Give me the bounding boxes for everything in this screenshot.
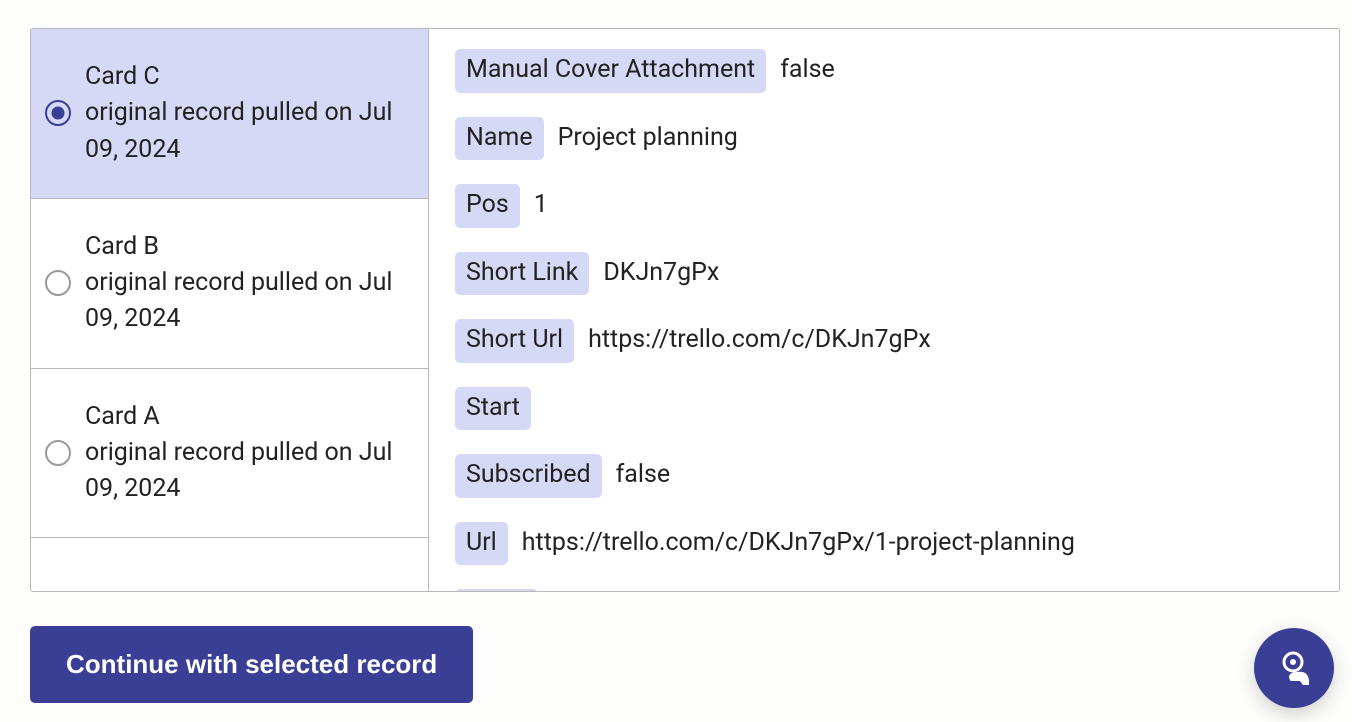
continue-button[interactable]: Continue with selected record [30, 626, 473, 703]
field-url: Url https://trello.com/c/DKJn7gPx/1-proj… [455, 522, 1313, 566]
radio-selected-icon [45, 100, 71, 126]
field-value: false [616, 459, 671, 492]
field-label: Start [455, 387, 531, 431]
help-chat-button[interactable] [1254, 628, 1334, 708]
field-subscribed: Subscribed false [455, 454, 1313, 498]
field-value: DKJn7gPx [603, 257, 719, 290]
field-start: Start [455, 387, 1313, 431]
field-short-url: Short Url https://trello.com/c/DKJn7gPx [455, 319, 1313, 363]
field-label: Name [455, 117, 544, 161]
field-label: Subscribed [455, 454, 602, 498]
record-title: Card B [85, 232, 159, 261]
radio-unselected-icon [45, 440, 71, 466]
record-subtitle: original record pulled on Jul 09, 2024 [85, 438, 392, 503]
field-pos: Pos 1 [455, 184, 1313, 228]
field-value: Project planning [558, 122, 738, 155]
field-value: https://trello.com/c/DKJn7gPx/1-project-… [522, 527, 1075, 560]
field-label: Manual Cover Attachment [455, 49, 766, 93]
field-name: Name Project planning [455, 117, 1313, 161]
help-chat-icon [1273, 647, 1315, 689]
record-title: Card A [85, 402, 160, 431]
field-manual-cover-attachment: Manual Cover Attachment false [455, 49, 1313, 93]
record-item-card-a[interactable]: Card A original record pulled on Jul 09,… [31, 369, 428, 539]
radio-unselected-icon [45, 270, 71, 296]
record-subtitle: original record pulled on Jul 09, 2024 [85, 98, 392, 163]
field-label: cover [455, 589, 538, 591]
record-item-card-b[interactable]: Card B original record pulled on Jul 09,… [31, 199, 428, 369]
field-short-link: Short Link DKJn7gPx [455, 252, 1313, 296]
field-label: Short Url [455, 319, 574, 363]
field-label: Short Link [455, 252, 589, 296]
record-item-card-c[interactable]: Card C original record pulled on Jul 09,… [31, 29, 428, 199]
field-cover: cover [455, 589, 1313, 591]
field-label: Pos [455, 184, 520, 228]
record-title: Card C [85, 62, 160, 91]
field-value: 1 [534, 189, 548, 222]
record-details: Manual Cover Attachment false Name Proje… [429, 29, 1339, 591]
record-selector-panel: Card C original record pulled on Jul 09,… [30, 28, 1340, 592]
field-label: Url [455, 522, 508, 566]
field-value: https://trello.com/c/DKJn7gPx [588, 324, 931, 357]
field-value: false [780, 54, 835, 87]
record-list: Card C original record pulled on Jul 09,… [31, 29, 429, 591]
record-subtitle: original record pulled on Jul 09, 2024 [85, 268, 392, 333]
